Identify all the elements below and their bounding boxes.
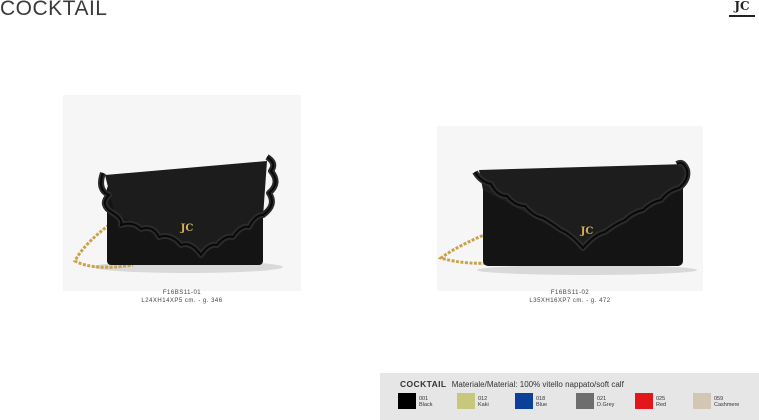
- brand-logo-underline: [729, 15, 755, 17]
- product-photo-2: JC: [437, 126, 703, 291]
- color-name: Cashmere: [714, 402, 740, 408]
- product-dims-1: L24XH14XP5 cm. - g. 346: [141, 298, 223, 304]
- product-dims-2: L35XH16XP7 cm. - g. 472: [529, 298, 611, 304]
- color-name: D.Grey: [597, 402, 615, 408]
- color-name: Blue: [536, 402, 548, 408]
- color-chip: [515, 393, 533, 409]
- color-name: Red: [656, 402, 667, 408]
- color-chip: [457, 393, 475, 409]
- product-code-2: F16BS11-02: [550, 290, 590, 296]
- collection-name: COCKTAIL: [400, 379, 447, 389]
- color-chip: [693, 393, 711, 409]
- material-text: Materiale/Material: 100% vitello nappato…: [451, 380, 624, 389]
- color-name: Black: [419, 402, 433, 408]
- page-title: COCKTAIL: [0, 0, 108, 20]
- product-logo-2: JC: [580, 226, 594, 237]
- swatch-panel-title: COCKTAIL Materiale/Material: 100% vitell…: [400, 379, 624, 389]
- color-swatch-panel: COCKTAIL Materiale/Material: 100% vitell…: [380, 373, 759, 420]
- color-chip: [576, 393, 594, 409]
- color-chip: [398, 393, 416, 409]
- color-chip: [635, 393, 653, 409]
- color-name: Kaki: [478, 402, 489, 408]
- brand-logo-text: JC: [734, 0, 750, 13]
- brand-logo: JC: [729, 0, 755, 17]
- product-card-1[interactable]: JC F16BS11-01 L24XH14XP5 cm. - g. 346: [63, 95, 301, 307]
- product-card-2[interactable]: JC F16BS11-02 L35XH16XP7 cm. - g. 472: [437, 126, 703, 307]
- product-code-1: F16BS11-01: [162, 290, 202, 296]
- product-logo-1: JC: [180, 223, 194, 234]
- product-photo-1: JC: [63, 95, 301, 291]
